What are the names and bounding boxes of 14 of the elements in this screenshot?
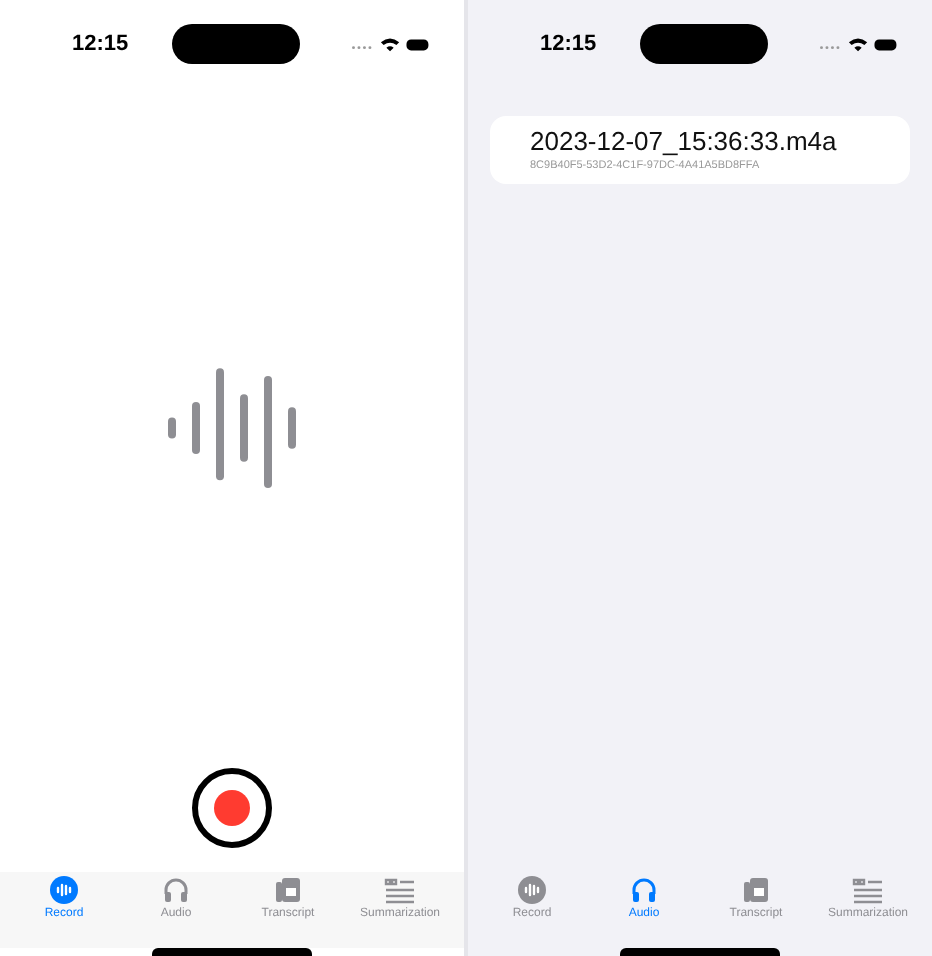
status-time: 12:15 — [72, 32, 128, 56]
quote-lines-icon — [852, 876, 884, 904]
headphones-icon — [630, 876, 658, 904]
waveform-circle-icon — [518, 876, 546, 904]
newspaper-icon — [742, 876, 770, 904]
status-icons — [347, 34, 432, 54]
record-button[interactable] — [192, 768, 272, 848]
dynamic-island — [172, 24, 300, 64]
dynamic-island — [640, 24, 768, 64]
headphones-icon — [162, 876, 190, 904]
recording-name: 2023-12-07_15:36:33.m4a — [530, 126, 839, 156]
quote-lines-icon — [384, 876, 416, 904]
status-icons — [815, 34, 900, 54]
status-time: 12:15 — [540, 32, 596, 56]
